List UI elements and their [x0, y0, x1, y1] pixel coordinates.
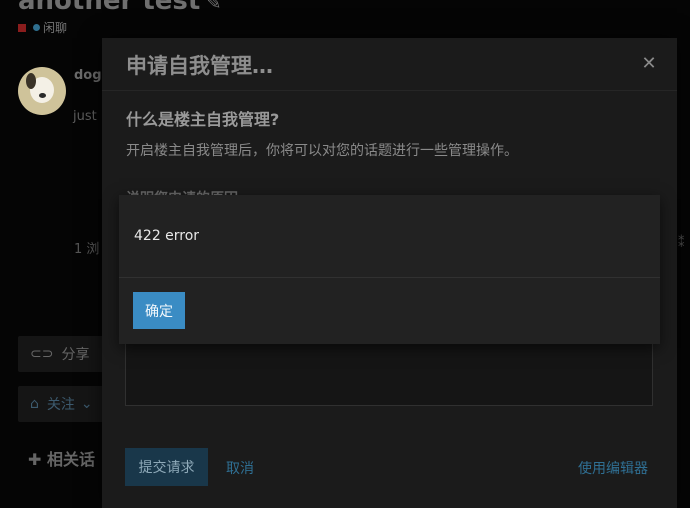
related-topics-heading: ✚ 相关话	[28, 450, 95, 469]
error-alert-dialog: 422 error 确定	[119, 195, 660, 344]
category-color-square	[18, 23, 26, 32]
related-icon: ✚	[28, 450, 47, 469]
submit-request-button[interactable]: 提交请求	[125, 448, 208, 486]
avatar[interactable]	[18, 67, 66, 115]
category-label: 闲聊	[43, 21, 68, 35]
edge-icon: ⁑	[678, 236, 685, 251]
chevron-down-icon: ⌄	[80, 396, 93, 412]
category-badge[interactable]: 闲聊	[18, 19, 67, 36]
close-icon[interactable]: ✕	[638, 52, 660, 74]
alert-divider	[119, 277, 660, 278]
use-editor-link[interactable]: 使用编辑器	[578, 458, 648, 478]
topic-title: another test ✎	[18, 0, 221, 16]
post-username[interactable]: dog	[74, 68, 102, 83]
cancel-link[interactable]: 取消	[226, 458, 254, 478]
pencil-icon[interactable]: ✎	[206, 0, 221, 14]
bell-icon: ⌂	[30, 396, 39, 412]
category-dot-icon	[33, 24, 40, 31]
views-count: 1 浏	[74, 242, 100, 257]
ok-button[interactable]: 确定	[133, 292, 185, 329]
link-icon: ⊂⊃	[30, 346, 54, 362]
post-body: just	[73, 109, 97, 124]
modal-heading: 什么是楼主自我管理?	[126, 110, 280, 129]
reason-textarea[interactable]	[125, 338, 653, 406]
alert-message: 422 error	[134, 228, 200, 244]
modal-divider	[102, 90, 677, 91]
modal-title: 申请自我管理…	[126, 54, 273, 78]
modal-description: 开启楼主自我管理后，你将可以对您的话题进行一些管理操作。	[126, 143, 518, 159]
